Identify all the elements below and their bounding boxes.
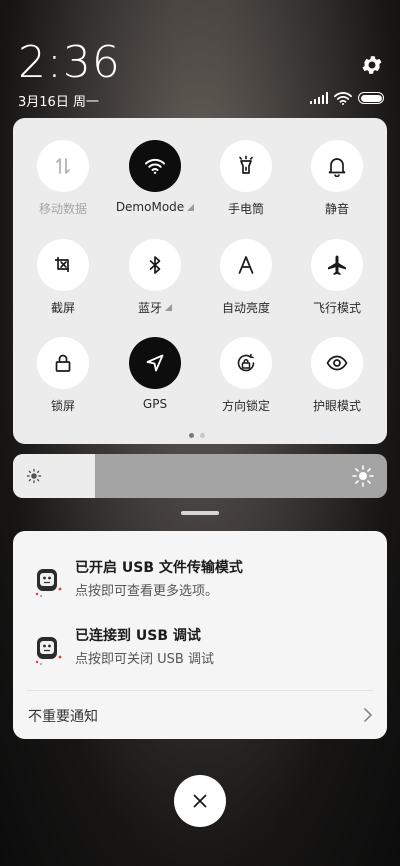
dropdown-indicator-icon[interactable] <box>165 304 172 311</box>
tile-circle <box>37 140 89 192</box>
tile-auto-brightness[interactable]: 自动亮度 <box>200 239 292 316</box>
close-icon <box>193 794 207 808</box>
android-debug-icon <box>35 637 62 665</box>
tile-circle <box>220 140 272 192</box>
tile-label: 锁屏 <box>50 399 75 413</box>
android-debug-icon <box>35 569 62 597</box>
tile-label: 蓝牙 <box>137 301 162 315</box>
notification-subtitle: 点按即可关闭 USB 调试 <box>75 652 214 667</box>
tile-circle <box>129 337 181 389</box>
tile-eye-care[interactable]: 护眼模式 <box>291 337 383 414</box>
tile-label: 飞行模式 <box>312 301 361 315</box>
notification-usb-file-transfer[interactable]: 已开启 USB 文件传输模式 点按即可查看更多选项。 <box>13 557 387 607</box>
clear-all-button[interactable] <box>174 775 226 827</box>
drag-handle[interactable] <box>181 511 219 515</box>
tile-demomode-wifi[interactable]: DemoMode <box>109 140 201 214</box>
location-icon <box>146 354 164 372</box>
tile-flashlight[interactable]: 手电筒 <box>200 140 292 217</box>
chevron-right-icon[interactable] <box>362 707 374 723</box>
notification-title: 已开启 USB 文件传输模式 <box>75 560 243 576</box>
bell-icon <box>328 158 346 177</box>
page-dot <box>200 433 205 438</box>
tile-circle <box>311 140 363 192</box>
tile-circle <box>311 239 363 291</box>
tile-circle <box>37 239 89 291</box>
tile-screenshot[interactable]: 截屏 <box>17 239 109 316</box>
tile-label: 移动数据 <box>38 202 87 216</box>
tile-circle <box>220 337 272 389</box>
tile-label: 截屏 <box>50 301 75 315</box>
mobile-data-icon <box>56 158 70 174</box>
tile-rotation-lock[interactable]: 方向锁定 <box>200 337 292 414</box>
wifi-icon <box>145 158 165 174</box>
less-important-notifications[interactable]: 不重要通知 <box>28 706 98 726</box>
tile-silent[interactable]: 静音 <box>291 140 383 217</box>
tile-airplane[interactable]: 飞行模式 <box>291 239 383 316</box>
brightness-slider[interactable] <box>13 454 387 498</box>
status-icons <box>309 91 384 105</box>
notification-subtitle: 点按即可查看更多选项。 <box>75 584 219 599</box>
date-label: 3月16日 周一 <box>18 95 99 110</box>
tile-lock-screen[interactable]: 锁屏 <box>17 337 109 414</box>
tile-label: 静音 <box>324 202 349 216</box>
notification-card: 已开启 USB 文件传输模式 点按即可查看更多选项。 已连接到 USB 调试 点… <box>13 531 387 739</box>
notification-usb-debugging[interactable]: 已连接到 USB 调试 点按即可关闭 USB 调试 <box>13 625 387 675</box>
tile-label: 方向锁定 <box>221 399 270 413</box>
page-dot-active <box>189 433 194 438</box>
wifi-icon <box>334 91 352 105</box>
tile-label: 自动亮度 <box>221 301 270 315</box>
quick-settings-panel: 移动数据 DemoMode 手电筒 静音 截屏 蓝牙 自动亮度 飞行模式 锁屏 … <box>13 118 387 444</box>
dropdown-indicator-icon[interactable] <box>187 203 195 211</box>
clock-time: 2:36 <box>18 37 121 88</box>
signal-icon <box>309 92 328 104</box>
lock-icon <box>55 354 71 372</box>
tile-label: DemoMode <box>115 200 185 214</box>
settings-icon[interactable] <box>360 53 384 77</box>
tile-circle <box>37 337 89 389</box>
divider <box>27 690 373 691</box>
bluetooth-icon <box>149 256 161 274</box>
screenshot-icon <box>55 257 69 272</box>
brightness-high-icon <box>352 465 374 487</box>
tile-circle <box>129 239 181 291</box>
flashlight-icon <box>239 155 253 174</box>
page-indicator <box>189 433 205 438</box>
tile-mobile-data[interactable]: 移动数据 <box>17 140 109 217</box>
tile-bluetooth[interactable]: 蓝牙 <box>109 239 201 316</box>
tile-circle <box>311 337 363 389</box>
tile-label: 手电筒 <box>227 202 264 216</box>
airplane-icon <box>328 255 346 275</box>
notification-title: 已连接到 USB 调试 <box>75 628 201 644</box>
battery-icon <box>358 92 384 104</box>
tile-circle <box>129 140 181 192</box>
tile-label: GPS <box>142 397 168 411</box>
tile-circle <box>220 239 272 291</box>
tile-gps[interactable]: GPS <box>109 337 201 411</box>
brightness-low-icon <box>26 468 42 484</box>
auto-brightness-icon <box>238 256 254 274</box>
rotation-lock-icon <box>237 353 255 372</box>
tile-label: 护眼模式 <box>312 399 361 413</box>
eye-icon <box>326 355 348 371</box>
